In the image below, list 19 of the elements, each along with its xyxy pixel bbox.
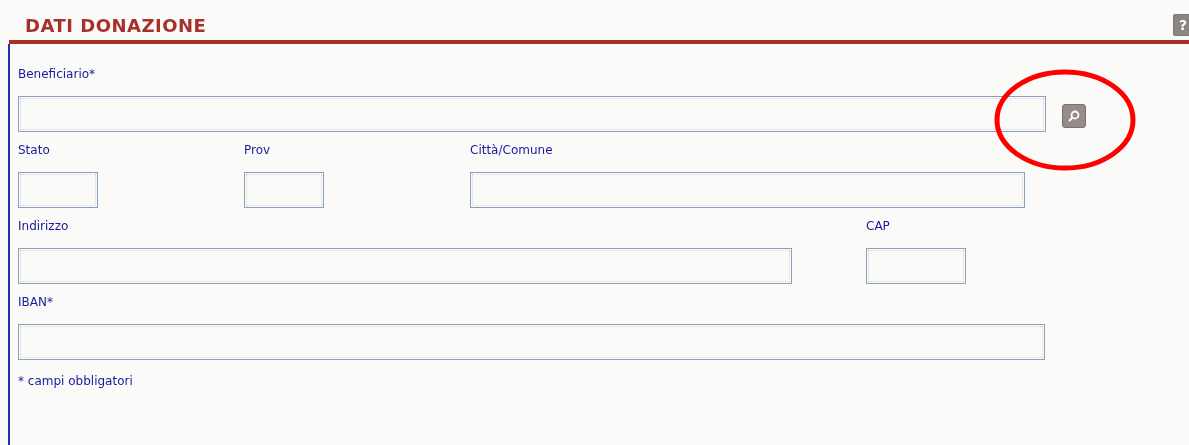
field-label: CAP xyxy=(866,218,891,235)
field-label: IBAN* xyxy=(18,294,54,311)
input-field[interactable] xyxy=(18,324,1045,360)
field-label: Beneficiario* xyxy=(18,66,97,83)
input-field[interactable] xyxy=(470,172,1025,208)
section-title: DATI DONAZIONE xyxy=(25,15,207,38)
field-label: Stato xyxy=(18,142,51,159)
search-icon xyxy=(1067,109,1081,123)
field-label: Città/Comune xyxy=(470,142,554,159)
input-field[interactable] xyxy=(866,248,966,284)
input-field[interactable] xyxy=(244,172,324,208)
field-label: Prov xyxy=(244,142,272,159)
input-field[interactable] xyxy=(18,172,98,208)
input-field[interactable] xyxy=(18,248,792,284)
search-button[interactable] xyxy=(1062,104,1086,128)
footnote: * campi obbligatori xyxy=(18,374,134,388)
field-label: Indirizzo xyxy=(18,218,70,235)
help-button[interactable]: ? xyxy=(1173,14,1189,36)
input-field[interactable] xyxy=(18,96,1046,132)
